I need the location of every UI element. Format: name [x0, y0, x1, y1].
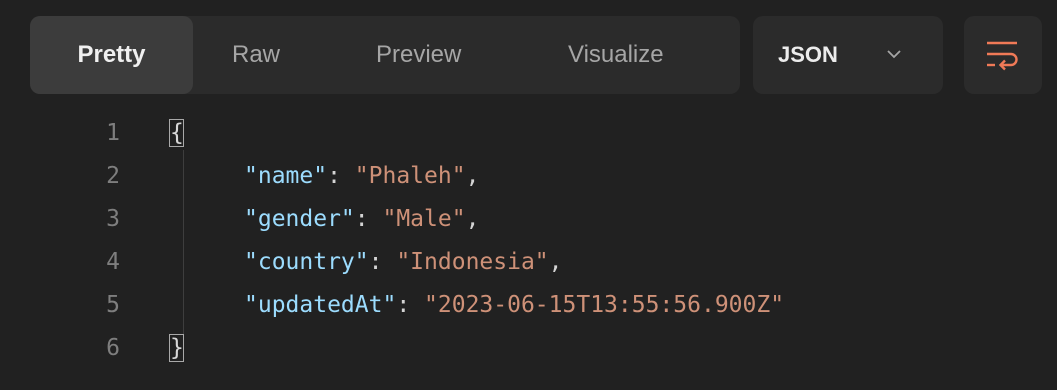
code-line: 3 "gender": "Male",: [0, 198, 1057, 241]
wrap-lines-icon: [987, 41, 1018, 71]
format-select-value: JSON: [778, 42, 838, 67]
json-colon: :: [396, 292, 425, 318]
code-line: 5 "updatedAt": "2023-06-15T13:55:56.900Z…: [0, 284, 1057, 327]
json-entry: "country": "Indonesia",: [244, 241, 563, 284]
json-key: "name": [244, 163, 328, 189]
tab-raw[interactable]: Raw: [232, 16, 280, 94]
json-key: "gender": [244, 206, 355, 232]
code-line: 6 }: [0, 327, 1057, 370]
json-comma: ,: [465, 206, 480, 232]
tab-preview[interactable]: Preview: [376, 16, 461, 94]
json-comma: ,: [548, 249, 563, 275]
tab-pretty[interactable]: Pretty: [30, 16, 193, 94]
json-entry: "name": "Phaleh",: [244, 155, 479, 198]
response-viewer: Pretty Raw Preview Visualize JSON 1 { 2: [0, 0, 1057, 390]
json-entry: "updatedAt": "2023-06-15T13:55:56.900Z": [244, 284, 784, 327]
wrap-lines-button[interactable]: [964, 16, 1042, 94]
code-line: 1 {: [0, 112, 1057, 155]
json-value: "Male": [382, 206, 466, 232]
close-brace: }: [170, 335, 184, 361]
line-number: 5: [106, 292, 120, 318]
line-number: 1: [106, 120, 120, 146]
json-value: "2023-06-15T13:55:56.900Z": [424, 292, 785, 318]
json-colon: :: [327, 163, 355, 189]
json-colon: :: [354, 206, 383, 232]
tab-visualize[interactable]: Visualize: [568, 16, 664, 94]
code-line: 2 "name": "Phaleh",: [0, 155, 1057, 198]
line-number: 4: [106, 249, 120, 275]
line-number: 3: [106, 206, 120, 232]
format-select[interactable]: JSON: [753, 16, 943, 94]
line-number: 2: [106, 163, 120, 189]
code-line: 4 "country": "Indonesia",: [0, 241, 1057, 284]
chevron-down-icon: [886, 46, 902, 62]
json-key: "updatedAt": [244, 292, 397, 318]
json-entry: "gender": "Male",: [244, 198, 479, 241]
line-number: 6: [106, 335, 120, 361]
json-value: "Phaleh": [354, 163, 466, 189]
code-editor[interactable]: 1 { 2 "name": "Phaleh", 3 "gender": "Mal…: [0, 112, 1057, 370]
json-colon: :: [368, 249, 397, 275]
json-value: "Indonesia": [396, 249, 549, 275]
json-comma: ,: [465, 163, 480, 189]
open-brace: {: [170, 120, 184, 146]
json-key: "country": [244, 249, 369, 275]
